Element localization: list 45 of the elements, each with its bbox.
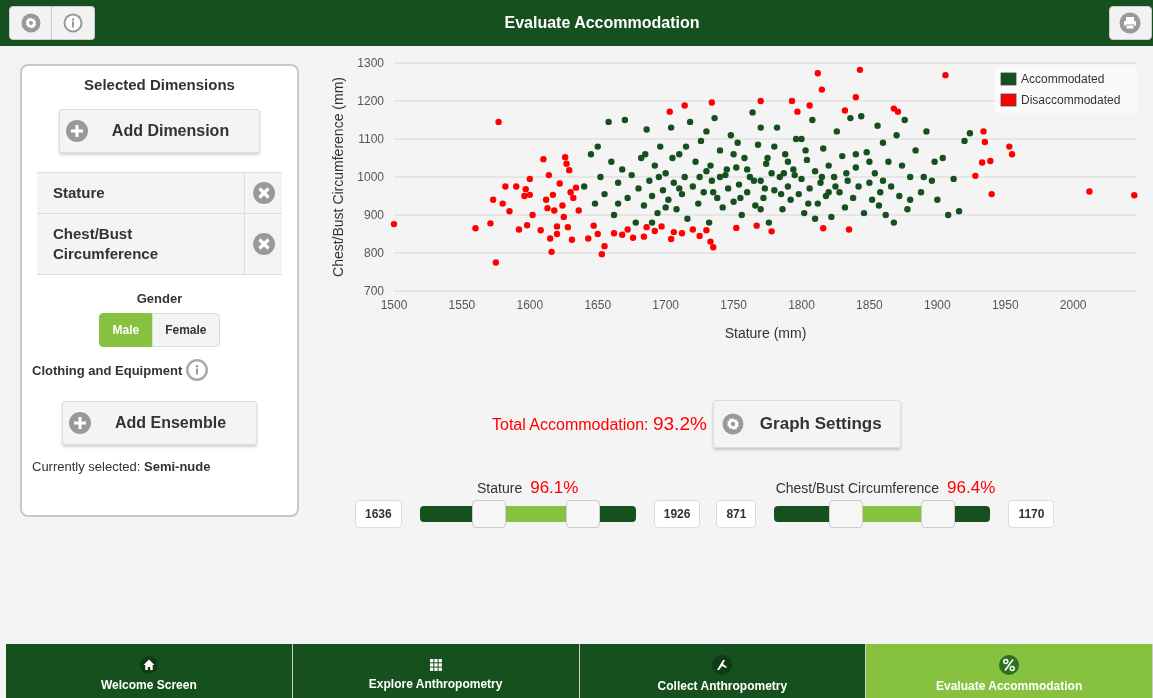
current-ensemble-text: Currently selected: Semi-nude xyxy=(32,459,211,474)
nav-tab[interactable]: Welcome Screen xyxy=(6,644,293,698)
y-tick-label: 1200 xyxy=(357,94,384,108)
x-tick-label: 1900 xyxy=(924,298,951,312)
slider-label: Chest/Bust Circumference xyxy=(775,480,940,496)
gender-option[interactable]: Female xyxy=(152,313,220,347)
legend-label: Accommodated xyxy=(1021,72,1105,86)
nav-tab[interactable]: Collect Anthropometry xyxy=(579,644,867,698)
y-tick-label: 800 xyxy=(363,246,384,260)
total-accommodation-text: Total Accommodation: 93.2% xyxy=(492,413,707,435)
y-tick-label: 1000 xyxy=(357,170,384,184)
y-tick-label: 1300 xyxy=(357,56,384,70)
x-tick-label: 1800 xyxy=(788,298,815,312)
x-tick-label: 1500 xyxy=(380,298,408,312)
max-value-field[interactable]: 1926 xyxy=(653,500,701,528)
add-ensemble-button[interactable]: Add Ensemble xyxy=(61,401,258,445)
nav-tab[interactable]: Explore Anthropometry xyxy=(292,644,580,698)
y-tick-label: 1100 xyxy=(358,132,384,146)
window-title: Evaluate Accommodation xyxy=(504,14,700,32)
x-tick-label: 1550 xyxy=(448,298,476,312)
gender-label: Gender xyxy=(136,291,183,306)
y-tick-label: 700 xyxy=(363,284,384,298)
x-tick-label: 1950 xyxy=(991,298,1019,312)
y-axis-title: Chest/Bust Circumference (mm) xyxy=(330,77,346,277)
slider-percent: 96.1% xyxy=(530,478,579,498)
min-value-field[interactable]: 1636 xyxy=(355,500,402,528)
max-value-field[interactable]: 1170 xyxy=(1008,500,1055,528)
dimension-name: Chest/Bust Circumference xyxy=(52,224,160,264)
y-tick-label: 900 xyxy=(363,208,384,222)
clothing-label: Clothing and Equipment xyxy=(32,362,183,378)
x-tick-label: 1600 xyxy=(516,298,544,312)
x-tick-label: 1650 xyxy=(584,298,612,312)
legend-label: Disaccommodated xyxy=(1021,93,1121,107)
x-tick-label: 2000 xyxy=(1059,298,1087,312)
add-dimension-button[interactable]: Add Dimension xyxy=(58,109,261,153)
min-value-field[interactable]: 871 xyxy=(716,500,757,528)
slider-label: Stature xyxy=(477,480,523,496)
x-axis-title: Stature (mm) xyxy=(724,325,807,341)
graph-settings-button[interactable]: Graph Settings xyxy=(712,400,901,448)
panel-title: Selected Dimensions xyxy=(84,76,235,93)
x-tick-label: 1700 xyxy=(652,298,679,312)
slider-percent: 96.4% xyxy=(947,478,996,498)
x-tick-label: 1850 xyxy=(856,298,883,312)
x-tick-label: 1750 xyxy=(720,298,747,312)
dimension-name: Stature xyxy=(52,183,106,203)
